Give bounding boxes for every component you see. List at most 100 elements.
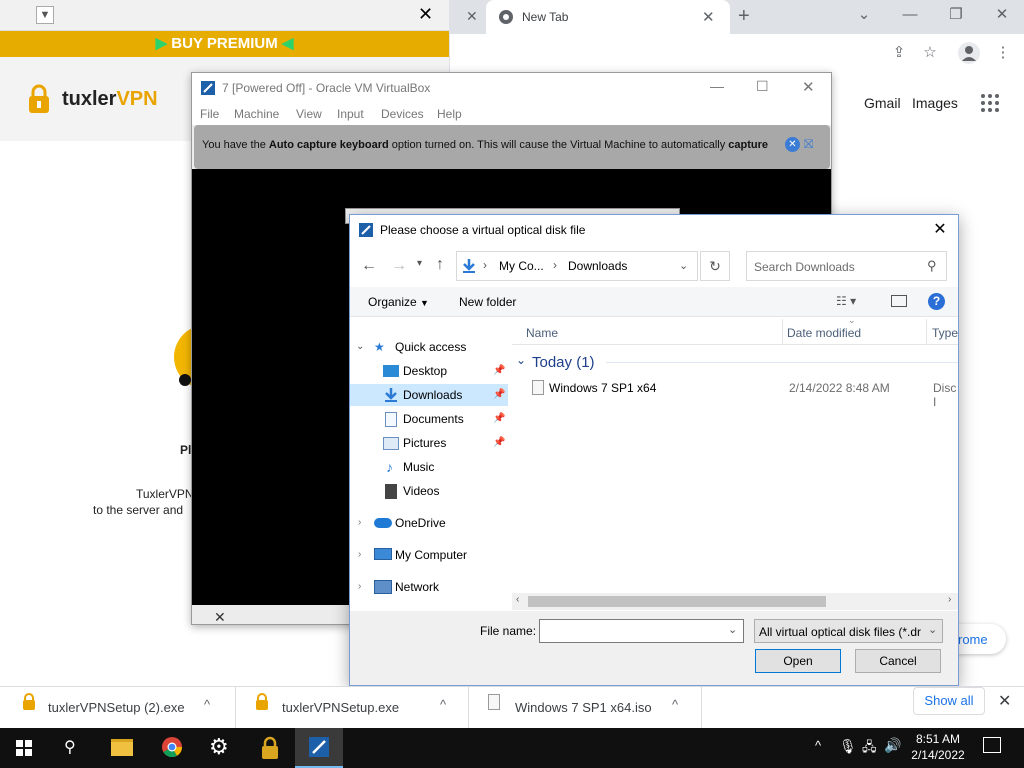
download-item[interactable]: Windows 7 SP1 x64.iso ^: [470, 687, 702, 729]
virtualbox-taskbar-button[interactable]: [295, 728, 343, 768]
download-chevron-up-icon[interactable]: ^: [672, 697, 678, 712]
sidebar-item-videos[interactable]: Videos: [350, 480, 508, 502]
close-downloads-bar-icon[interactable]: ✕: [998, 691, 1011, 711]
search-taskbar-button[interactable]: ⚲: [48, 728, 96, 768]
tuxler-close-icon[interactable]: ✕: [418, 4, 433, 25]
tab-search-chevron-icon[interactable]: ⌄: [852, 6, 876, 24]
horizontal-scrollbar[interactable]: ‹ ›: [512, 593, 958, 610]
column-date-modified[interactable]: Date modified: [787, 326, 861, 340]
tab-new-tab[interactable]: New Tab ✕: [486, 0, 730, 34]
settings-taskbar-button[interactable]: ⚙: [196, 728, 244, 768]
expand-chevron-icon[interactable]: ›: [358, 576, 361, 598]
open-button[interactable]: Open: [755, 649, 841, 673]
column-type[interactable]: Type: [932, 326, 958, 340]
expand-chevron-icon[interactable]: ⌄: [356, 336, 364, 358]
column-divider[interactable]: [926, 319, 927, 345]
help-icon[interactable]: ?: [928, 293, 945, 310]
show-all-button[interactable]: Show all: [913, 687, 985, 715]
download-item[interactable]: tuxlerVPNSetup.exe ^: [237, 687, 469, 729]
file-type-filter-select[interactable]: All virtual optical disk files (*.dr ⌄: [754, 619, 943, 643]
tray-clock[interactable]: 8:51 AM 2/14/2022: [902, 731, 974, 763]
vbox-minimize-icon[interactable]: —: [710, 78, 724, 94]
breadcrumb-downloads[interactable]: Downloads: [568, 259, 627, 273]
prev-tab-close-icon[interactable]: ✕: [466, 8, 478, 25]
scroll-thumb[interactable]: [528, 596, 826, 607]
refresh-button[interactable]: ↻: [700, 251, 730, 281]
share-icon[interactable]: ⇪: [888, 42, 910, 64]
bookmark-star-icon[interactable]: ☆: [919, 42, 941, 64]
group-collapse-icon[interactable]: ⌄: [516, 353, 526, 367]
forward-arrow-icon[interactable]: →: [391, 257, 407, 275]
chrome-menu-icon[interactable]: ⋮: [992, 42, 1014, 64]
preview-pane-icon[interactable]: [891, 295, 907, 307]
column-divider[interactable]: [782, 319, 783, 345]
restore-icon[interactable]: ❐: [944, 6, 968, 24]
vbox-close-icon[interactable]: ✕: [802, 78, 815, 96]
tuxler-taskbar-button[interactable]: [246, 728, 294, 768]
sidebar-item-onedrive[interactable]: › OneDrive: [350, 512, 508, 534]
download-item[interactable]: tuxlerVPNSetup (2).exe ^: [0, 687, 236, 729]
expand-chevron-icon[interactable]: ›: [358, 544, 361, 566]
tray-overflow-chevron-icon[interactable]: ^: [815, 738, 821, 753]
file-explorer-taskbar-button[interactable]: [98, 728, 146, 768]
menu-machine[interactable]: Machine: [234, 107, 279, 121]
new-folder-button[interactable]: New folder: [459, 295, 516, 309]
chrome-taskbar-button[interactable]: [148, 728, 196, 768]
logo-text-vpn: VPN: [116, 88, 158, 110]
menu-devices[interactable]: Devices: [381, 107, 424, 121]
gmail-link[interactable]: Gmail: [864, 95, 901, 111]
download-chevron-up-icon[interactable]: ^: [204, 697, 210, 712]
menu-view[interactable]: View: [296, 107, 322, 121]
vbox-maximize-icon[interactable]: ☐: [756, 78, 769, 95]
menu-file[interactable]: File: [200, 107, 219, 121]
tab-close-icon[interactable]: ✕: [702, 8, 715, 26]
expand-chevron-icon[interactable]: ›: [358, 512, 361, 534]
column-name[interactable]: Name: [526, 326, 558, 340]
sidebar-item-music[interactable]: ♪ Music: [350, 456, 508, 478]
back-arrow-icon[interactable]: ←: [361, 257, 377, 275]
cancel-button[interactable]: Cancel: [855, 649, 941, 673]
menu-help[interactable]: Help: [437, 107, 462, 121]
notice-close-icon[interactable]: ✕: [785, 137, 800, 152]
new-tab-plus-icon[interactable]: +: [738, 5, 750, 28]
scroll-left-icon[interactable]: ‹: [516, 594, 519, 605]
filter-dropdown-icon[interactable]: ⌄: [928, 623, 937, 636]
start-button[interactable]: [0, 728, 48, 768]
download-chevron-up-icon[interactable]: ^: [440, 697, 446, 712]
buy-premium-banner[interactable]: ▶ BUY PREMIUM ◀: [0, 31, 449, 57]
filename-input[interactable]: ⌄: [539, 619, 744, 643]
sidebar-item-network[interactable]: › Network: [350, 576, 508, 598]
sidebar-item-my-computer[interactable]: › My Computer: [350, 544, 508, 566]
address-bar[interactable]: › My Co... › Downloads ⌄: [456, 251, 698, 281]
group-header-today[interactable]: ⌄ Today (1): [512, 351, 958, 375]
sidebar-item-pictures[interactable]: Pictures 📌: [350, 432, 508, 454]
dialog-close-icon[interactable]: ✕: [928, 219, 952, 241]
notice-dismiss-icon[interactable]: ⛝: [804, 137, 813, 152]
minimize-icon[interactable]: —: [898, 6, 922, 24]
tuxler-dropdown-icon[interactable]: ▼: [36, 6, 54, 24]
menu-input[interactable]: Input: [337, 107, 364, 121]
volume-icon[interactable]: 🔊: [884, 737, 901, 754]
up-arrow-icon[interactable]: ↑: [436, 256, 444, 274]
microphone-icon[interactable]: 🎙: [839, 738, 857, 755]
search-input[interactable]: Search Downloads ⚲: [746, 251, 947, 281]
profile-avatar-icon[interactable]: [958, 42, 980, 64]
sidebar-item-quick-access[interactable]: ⌄ ★ Quick access: [350, 336, 508, 358]
filename-dropdown-icon[interactable]: ⌄: [728, 623, 737, 636]
file-row[interactable]: Windows 7 SP1 x64 2/14/2022 8:48 AM Disc…: [512, 377, 958, 409]
network-tray-icon[interactable]: 🖧: [862, 738, 877, 760]
recent-locations-chevron-icon[interactable]: ▾: [417, 258, 422, 269]
images-link[interactable]: Images: [912, 95, 958, 111]
google-apps-icon[interactable]: [980, 93, 1000, 113]
address-dropdown-icon[interactable]: ⌄: [679, 259, 688, 272]
organize-button[interactable]: Organize ▼: [368, 295, 429, 309]
view-options-icon[interactable]: ☷ ▾: [836, 294, 856, 308]
close-window-icon[interactable]: ✕: [990, 6, 1014, 24]
notice-bold-1: Auto capture keyboard: [268, 139, 389, 151]
notifications-icon[interactable]: [983, 737, 1001, 753]
sidebar-item-desktop[interactable]: Desktop 📌: [350, 360, 508, 382]
scroll-right-icon[interactable]: ›: [948, 594, 951, 605]
sidebar-item-documents[interactable]: Documents 📌: [350, 408, 508, 430]
breadcrumb-my-computer[interactable]: My Co...: [499, 259, 544, 273]
sidebar-item-downloads[interactable]: Downloads 📌: [350, 384, 508, 406]
